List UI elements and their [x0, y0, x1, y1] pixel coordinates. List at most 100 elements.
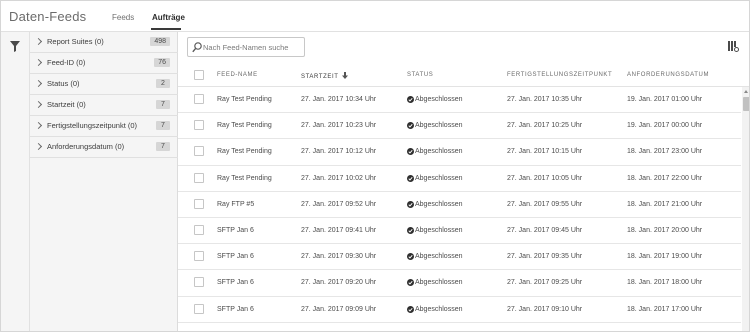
cell-feed-name[interactable]: Ray Test Pending — [217, 175, 272, 182]
search-icon — [192, 42, 202, 55]
check-circle-icon — [407, 227, 414, 234]
chevron-right-icon — [34, 100, 43, 109]
cell-feed-name[interactable]: SFTP Jan 6 — [217, 253, 254, 260]
table-row[interactable]: SFTP Jan 6 27. Jan. 2017 09:30 Uhr Abgesch… — [178, 244, 741, 271]
cell-feed-name[interactable]: Ray Test Pending — [217, 122, 272, 129]
check-circle-icon — [407, 174, 414, 182]
cell-fertigstellungszeitpunkt: 27. Jan. 2017 09:55 Uhr — [507, 200, 583, 208]
column-header-anforderungsdatum[interactable]: ANFORDERUNGSDATUM — [627, 72, 709, 78]
table-row[interactable]: Ray Test Pending 27. Jan. 2017 10:02 Uhr A… — [178, 166, 741, 192]
check-circle-icon — [407, 148, 414, 156]
chevron-right-icon — [34, 142, 43, 151]
filter-facet[interactable]: Feed-ID (0) 76 — [30, 53, 178, 74]
cell-feed-name[interactable]: Ray Test Pending — [217, 96, 272, 103]
filter-facet-count: 76 — [154, 58, 170, 67]
status-label: Abgeschlossen — [415, 122, 463, 130]
status-label: Abgeschlossen — [415, 200, 463, 208]
column-settings-icon[interactable] — [728, 41, 739, 54]
table-row[interactable]: Ray Test Pending 27. Jan. 2017 10:12 Uhr A… — [178, 139, 741, 166]
status-label: Abgeschlossen — [415, 253, 463, 261]
select-all-checkbox[interactable] — [194, 70, 204, 80]
table-row[interactable]: Ray Test Pending 27. Jan. 2017 10:34 Uhr A… — [178, 87, 741, 114]
cell-fertigstellungszeitpunkt: 27. Jan. 2017 09:10 Uhr — [507, 305, 583, 313]
cell-anforderungsdatum: 18. Jan. 2017 17:00 Uhr — [627, 305, 703, 313]
filter-facet[interactable]: Fertigstellungszeitpunkt (0) 7 — [30, 116, 178, 137]
filter-panel: Report Suites (0) 498 Feed-ID (0) 76 Status … — [30, 32, 178, 331]
main-content: FEED-NAME STARTZEIT STATUS FERTIGSTELLUN… — [178, 32, 749, 331]
active-tab-indicator — [151, 28, 181, 30]
filter-facet-count: 7 — [156, 142, 170, 151]
table-header: FEED-NAME STARTZEIT STATUS FERTIGSTELLUN… — [178, 63, 749, 87]
filter-facet-label: Startzeit (0) — [47, 100, 86, 109]
check-circle-icon — [407, 253, 414, 261]
cell-status: Abgeschlossen — [407, 305, 463, 313]
filter-facet[interactable]: Report Suites (0) 498 — [30, 32, 178, 53]
cell-status: Abgeschlossen — [407, 253, 463, 261]
row-checkbox[interactable] — [194, 225, 204, 235]
column-header-fertigstellungszeitpunkt[interactable]: FERTIGSTELLUNGSZEITPUNKT — [507, 72, 612, 78]
check-circle-icon — [407, 200, 414, 208]
cell-status: Abgeschlossen — [407, 200, 463, 208]
cell-feed-name[interactable]: SFTP Jan 6 — [217, 306, 254, 313]
column-header-feed-name[interactable]: FEED-NAME — [217, 72, 258, 78]
table-row[interactable]: SFTP Jan 6 27. Jan. 2017 09:41 Uhr Abgesch… — [178, 218, 741, 245]
tab-feeds[interactable]: Feeds — [112, 13, 134, 22]
cell-anforderungsdatum: 18. Jan. 2017 21:00 Uhr — [627, 200, 703, 208]
status-label: Abgeschlossen — [415, 305, 463, 313]
filter-facet-label: Fertigstellungszeitpunkt (0) — [47, 121, 138, 130]
row-checkbox[interactable] — [194, 146, 204, 157]
table-row[interactable]: SFTP Jan 6 27. Jan. 2017 09:20 Uhr Abgesch… — [178, 270, 741, 297]
cell-feed-name[interactable]: Ray Test Pending — [217, 148, 272, 155]
cell-fertigstellungszeitpunkt: 27. Jan. 2017 10:25 Uhr — [507, 122, 583, 130]
cell-fertigstellungszeitpunkt: 27. Jan. 2017 10:15 Uhr — [507, 148, 583, 156]
filter-facet[interactable]: Startzeit (0) 7 — [30, 95, 178, 116]
row-checkbox[interactable] — [194, 120, 204, 131]
filter-facet-count: 7 — [156, 100, 170, 109]
status-label: Abgeschlossen — [415, 279, 463, 287]
row-checkbox[interactable] — [194, 198, 204, 209]
check-circle-icon — [407, 279, 414, 287]
row-checkbox[interactable] — [194, 277, 204, 288]
cell-feed-name[interactable]: Ray FTP #5 — [217, 201, 254, 208]
chevron-right-icon — [34, 37, 43, 46]
filter-facet-count: 498 — [150, 37, 170, 46]
search-input[interactable] — [203, 41, 303, 54]
filter-facet-count: 2 — [156, 79, 170, 88]
table-row[interactable]: SFTP Jan 6 27. Jan. 2017 09:09 Uhr Abgesch… — [178, 297, 741, 323]
table-row[interactable]: Ray Test Pending 27. Jan. 2017 10:23 Uhr A… — [178, 113, 741, 140]
cell-startzeit: 27. Jan. 2017 10:34 Uhr — [301, 96, 377, 103]
cell-anforderungsdatum: 18. Jan. 2017 18:00 Uhr — [627, 279, 703, 287]
status-label: Abgeschlossen — [415, 148, 463, 156]
search-box[interactable] — [187, 37, 305, 57]
sort-down-arrow-icon — [341, 72, 348, 79]
cell-startzeit: 27. Jan. 2017 09:52 Uhr — [301, 200, 377, 208]
scrollbar[interactable] — [742, 87, 749, 331]
row-checkbox[interactable] — [194, 303, 204, 314]
check-circle-icon — [407, 96, 414, 103]
filter-facet-label: Report Suites (0) — [47, 37, 104, 46]
table-row[interactable]: Ray FTP #5 27. Jan. 2017 09:52 Uhr Abgesch… — [178, 192, 741, 218]
chevron-right-icon — [34, 58, 43, 67]
cell-feed-name[interactable]: SFTP Jan 6 — [217, 279, 254, 286]
scroll-up-arrow[interactable] — [744, 90, 748, 93]
row-checkbox[interactable] — [194, 172, 204, 183]
column-header-status[interactable]: STATUS — [407, 72, 433, 78]
column-header-startzeit[interactable]: STARTZEIT — [301, 72, 348, 80]
filter-facet-label: Status (0) — [47, 79, 80, 88]
row-checkbox[interactable] — [194, 94, 204, 104]
filter-facet[interactable]: Status (0) 2 — [30, 74, 178, 95]
filter-facet-label: Anforderungsdatum (0) — [47, 142, 125, 151]
cell-startzeit: 27. Jan. 2017 09:30 Uhr — [301, 253, 377, 261]
cell-fertigstellungszeitpunkt: 27. Jan. 2017 09:35 Uhr — [507, 253, 583, 261]
tab-auftraege[interactable]: Aufträge — [152, 13, 185, 22]
filter-facet[interactable]: Anforderungsdatum (0) 7 — [30, 137, 178, 158]
cell-status: Abgeschlossen — [407, 148, 463, 156]
row-checkbox[interactable] — [194, 251, 204, 262]
filter-icon[interactable] — [10, 41, 20, 54]
cell-anforderungsdatum: 18. Jan. 2017 20:00 Uhr — [627, 227, 703, 234]
cell-startzeit: 27. Jan. 2017 10:12 Uhr — [301, 148, 377, 156]
cell-anforderungsdatum: 18. Jan. 2017 19:00 Uhr — [627, 253, 703, 261]
scrollbar-thumb[interactable] — [743, 97, 749, 111]
cell-feed-name[interactable]: SFTP Jan 6 — [217, 227, 254, 234]
cell-startzeit: 27. Jan. 2017 09:09 Uhr — [301, 305, 377, 313]
